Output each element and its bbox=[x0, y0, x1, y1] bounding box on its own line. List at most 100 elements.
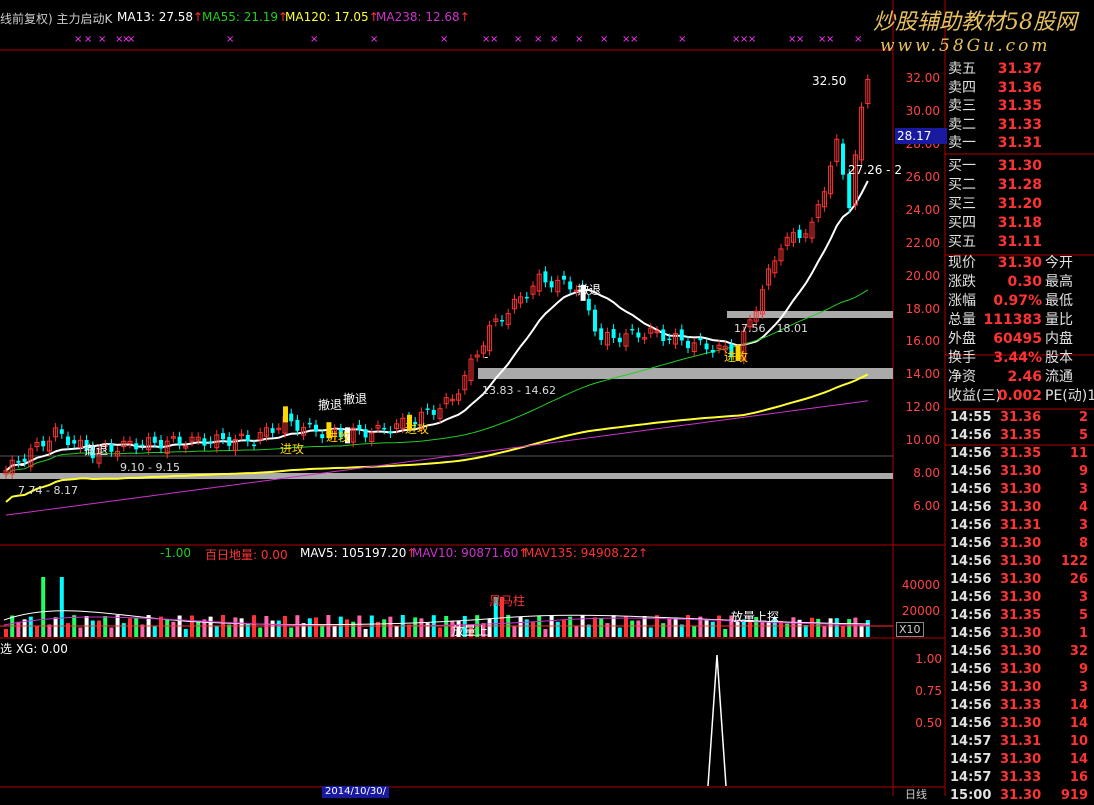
candle-down bbox=[59, 429, 64, 434]
volume-bar bbox=[35, 625, 39, 637]
tick-time: 14:55 bbox=[950, 410, 992, 425]
panel-right-label: 流通 bbox=[1045, 369, 1073, 385]
candle-down bbox=[593, 309, 597, 332]
volume-bar bbox=[636, 620, 641, 637]
tick-qty: 9 bbox=[1078, 662, 1088, 677]
panel-value: 31.37 bbox=[997, 61, 1042, 77]
panel-value: 31.28 bbox=[997, 177, 1042, 193]
candle-down bbox=[568, 281, 573, 290]
tick-price: 31.35 bbox=[1000, 608, 1042, 623]
signal-marker: × bbox=[748, 34, 756, 45]
tick-row: 14:57 31.30 14 bbox=[948, 751, 1094, 769]
signal-spike bbox=[707, 654, 727, 787]
tick-time: 14:56 bbox=[950, 644, 992, 659]
volume-bar bbox=[791, 617, 796, 637]
watermark-title: 炒股辅助教材58股网 bbox=[873, 10, 1077, 35]
panel-right-label: 内盘 bbox=[1045, 331, 1073, 347]
panel-value: 0.002 bbox=[997, 388, 1042, 404]
panel-value: 31.11 bbox=[997, 234, 1042, 250]
tick-time: 14:56 bbox=[950, 662, 992, 677]
panel-value: 0.97% bbox=[993, 293, 1042, 309]
panel-value: 31.36 bbox=[997, 79, 1042, 96]
indicator-title: 线前复权) 主力启动K bbox=[0, 12, 113, 26]
price-axis-label: 26.00 bbox=[905, 169, 940, 184]
candle-down bbox=[686, 340, 690, 349]
volume-bar bbox=[704, 619, 709, 637]
volume-bar bbox=[413, 617, 418, 637]
volume-bar bbox=[847, 619, 852, 637]
volume-bar bbox=[803, 625, 808, 637]
signal-marker: × bbox=[514, 34, 522, 45]
volume-bar bbox=[865, 620, 870, 637]
tick-qty: 4 bbox=[1078, 500, 1088, 515]
tick-qty: 14 bbox=[1069, 698, 1088, 713]
volume-bar bbox=[617, 627, 622, 637]
range-label-1: 7.74 - 8.17 bbox=[18, 484, 78, 497]
tick-qty: 1 bbox=[1078, 626, 1088, 641]
tick-qty: 11 bbox=[1069, 446, 1088, 461]
volume-bar bbox=[673, 617, 678, 637]
panel-label: 换手 bbox=[948, 350, 976, 366]
stock-chart-canvas[interactable]: × × × ××× × × × × × × × × × × × × × × × × × × × × × × bbox=[0, 0, 1094, 796]
volume-bar bbox=[270, 620, 275, 637]
candle-down bbox=[543, 271, 548, 283]
volume-bar bbox=[345, 619, 349, 637]
panel-value: 31.20 bbox=[997, 196, 1042, 212]
volume-bar bbox=[289, 627, 294, 637]
volume-bar bbox=[599, 618, 604, 637]
volume-bar bbox=[276, 620, 281, 637]
candle-down bbox=[679, 329, 684, 341]
attack-label-4: 进攻 bbox=[724, 350, 749, 364]
volume-bar bbox=[648, 627, 653, 637]
volume-bar bbox=[382, 619, 387, 637]
signal-axis-075: 0.75 bbox=[915, 684, 942, 698]
vol-axis-40000: 40000 bbox=[901, 578, 940, 592]
mav135-label: MAV135: 94908.22↑ bbox=[524, 546, 649, 560]
candle-down bbox=[295, 419, 300, 431]
candle-down bbox=[841, 143, 845, 175]
panel-right-label: 最高 bbox=[1045, 274, 1073, 290]
volume-bar bbox=[128, 618, 132, 637]
panel-value: 2.46 bbox=[1007, 369, 1042, 385]
retreat-label-3: 撤退 bbox=[343, 392, 368, 406]
signal-marker: × bbox=[854, 34, 862, 45]
panel-right-label: 最低 bbox=[1045, 293, 1073, 309]
candle-down bbox=[617, 337, 622, 343]
candle-down bbox=[500, 320, 504, 322]
price-axis-label: 8.00 bbox=[913, 466, 940, 480]
tick-row: 14:56 31.33 14 bbox=[948, 697, 1094, 715]
candle-down bbox=[431, 409, 436, 415]
volume-bar bbox=[723, 628, 728, 637]
candle-down bbox=[159, 439, 163, 449]
volume-bar bbox=[245, 623, 250, 637]
volume-bar bbox=[822, 626, 827, 637]
tick-row: 14:56 31.30 9 bbox=[948, 661, 1094, 679]
signal-marker: × bbox=[440, 34, 448, 45]
current-price-tag: 28.17 bbox=[895, 128, 947, 144]
tick-row: 14:56 31.30 122 bbox=[948, 553, 1094, 571]
candle-down bbox=[221, 433, 225, 440]
tick-time: 14:56 bbox=[950, 500, 992, 515]
tick-price: 31.30 bbox=[1000, 554, 1042, 569]
tick-row: 14:56 31.30 14 bbox=[948, 715, 1094, 733]
vol-unit: X10 bbox=[896, 622, 924, 637]
volume-bar bbox=[283, 616, 287, 637]
panel-value: 31.35 bbox=[997, 98, 1042, 114]
volume-bar bbox=[605, 623, 610, 637]
tick-row: 14:57 31.33 16 bbox=[948, 769, 1094, 787]
tick-time: 14:56 bbox=[950, 590, 992, 605]
panel-label: 卖二 bbox=[948, 116, 976, 133]
candle-down bbox=[524, 296, 529, 299]
tick-row: 14:55 31.36 2 bbox=[948, 409, 1094, 427]
signal-axis-05: 0.50 bbox=[915, 716, 942, 730]
tick-qty: 10 bbox=[1069, 734, 1088, 749]
horse-bar-label: 黑马柱 bbox=[489, 594, 526, 608]
tick-price: 31.31 bbox=[1000, 734, 1042, 749]
tick-price: 31.30 bbox=[1000, 752, 1042, 767]
tick-qty: 2 bbox=[1078, 410, 1088, 425]
panel-value: 31.31 bbox=[997, 135, 1042, 151]
price-axis-label: 10.00 bbox=[905, 433, 940, 448]
tick-qty: 3 bbox=[1078, 518, 1088, 533]
period-label[interactable]: 日线 bbox=[905, 786, 927, 802]
volume-bar bbox=[78, 627, 83, 637]
